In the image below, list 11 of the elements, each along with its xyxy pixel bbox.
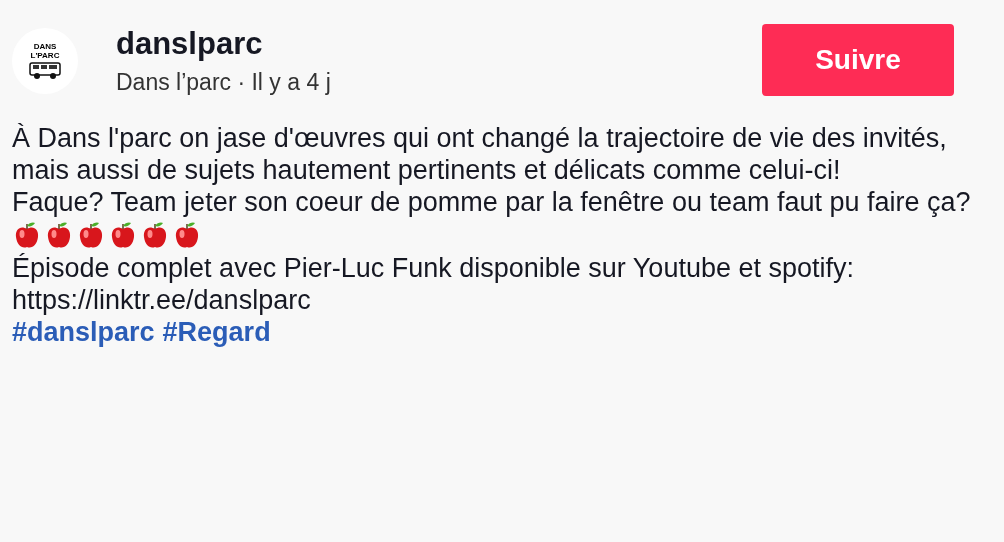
van-icon [27, 60, 63, 80]
caption-text: À Dans l'parc on jase d'œuvres qui ont changé la trajectoire de vie des invités, mais aussi de sujets hautement pertinents et délicats comme celui-ci! [12, 122, 948, 186]
hashtag-link[interactable]: #danslparc [12, 316, 155, 348]
username[interactable]: danslparc [116, 26, 331, 62]
caption-text: Épisode complet avec Pier-Luc Funk disponible sur Youtube et spotify: https://linktr.ee/danslparc [12, 252, 855, 316]
post-subtitle: Dans l’parc · Il y a 4 j [116, 68, 331, 97]
logo-text: L'PARC [30, 51, 60, 60]
follow-button[interactable]: Suivre [762, 24, 954, 96]
hashtag-link[interactable]: #Regard [162, 316, 271, 348]
caption-text: Faque? Team jeter son coeur de pomme par la fenêtre ou team faut pu faire ça? [12, 186, 972, 218]
logo-text: DANS [33, 42, 57, 51]
